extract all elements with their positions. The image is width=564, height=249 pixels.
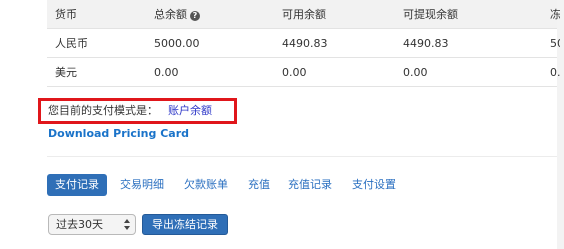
tab-recharge[interactable]: 充值 [248, 174, 270, 196]
header-available-balance: 可用余额 [282, 8, 326, 21]
cell-available-balance: 0.00 [282, 66, 307, 79]
question-circle-icon[interactable]: ? [190, 11, 200, 21]
payment-mode-value[interactable]: 账户余额 [168, 104, 212, 117]
header-withdrawable-balance: 可提现余额 [403, 8, 458, 21]
header-total-balance: 总余额? [154, 0, 280, 29]
header-frozen-balance: 冻 [550, 8, 560, 21]
tab-recharge-records[interactable]: 充值记录 [288, 174, 332, 196]
cell-currency: 人民币 [55, 37, 88, 50]
cell-frozen-balance: 50 [550, 37, 560, 50]
cell-total-balance: 5000.00 [154, 37, 200, 50]
export-frozen-records-button[interactable]: 导出冻结记录 [142, 214, 228, 235]
period-select-value: 过去30天 [56, 218, 103, 231]
payment-mode: 您目前的支付模式是： 账户余额 [48, 104, 212, 118]
table-row: 人民币 5000.00 4490.83 4490.83 50 [47, 29, 560, 58]
cell-withdrawable-balance: 0.00 [403, 66, 428, 79]
section-divider [47, 156, 557, 157]
select-arrows-icon [123, 216, 131, 233]
tab-payment-records[interactable]: 支付记录 [47, 174, 107, 196]
cell-currency: 美元 [55, 66, 77, 79]
payment-mode-label: 您目前的支付模式是： [48, 104, 158, 117]
cell-frozen-balance: 0.0 [550, 66, 560, 79]
cell-withdrawable-balance: 4490.83 [403, 37, 449, 50]
tab-arrears-bills[interactable]: 欠款账单 [184, 174, 228, 196]
table-row: 美元 0.00 0.00 0.00 0.0 [47, 58, 560, 87]
table-header-row: 货币 总余额? 可用余额 可提现余额 冻 [47, 0, 560, 29]
download-pricing-card-link[interactable]: Download Pricing Card [48, 127, 189, 141]
period-select[interactable]: 过去30天 [48, 214, 136, 235]
cell-available-balance: 4490.83 [282, 37, 328, 50]
tab-transaction-details[interactable]: 交易明细 [120, 174, 164, 196]
cell-total-balance: 0.00 [154, 66, 179, 79]
header-currency: 货币 [55, 8, 77, 21]
tab-payment-settings[interactable]: 支付设置 [352, 174, 396, 196]
balance-table: 货币 总余额? 可用余额 可提现余额 冻 人民币 5000.00 4490.83… [47, 0, 560, 87]
header-total-balance-label: 总余额 [154, 8, 187, 21]
